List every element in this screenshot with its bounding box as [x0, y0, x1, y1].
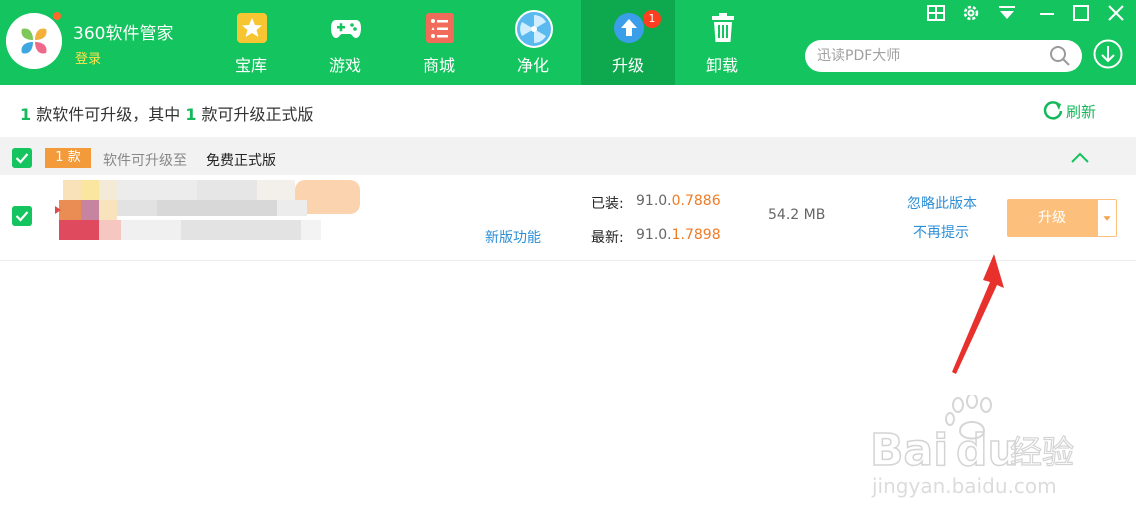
new-features-link[interactable]: 新版功能 — [485, 227, 541, 247]
close-icon[interactable] — [1105, 3, 1127, 23]
svg-text:Bai: Bai — [870, 425, 948, 476]
version-highlight: 1.7898 — [671, 227, 721, 243]
gamepad-icon — [331, 20, 361, 38]
summary-text: 款软件可升级，其中 — [31, 105, 186, 124]
version-highlight: 0.7886 — [671, 193, 721, 209]
item-checkbox[interactable] — [12, 206, 32, 226]
no-remind-link[interactable]: 不再提示 — [913, 222, 969, 242]
installed-version-label: 已装: — [591, 196, 624, 212]
group-edition: 免费正式版 — [206, 153, 276, 169]
skin-icon[interactable] — [925, 3, 947, 23]
upgrade-summary: 1 款软件可升级，其中 1 款可升级正式版 — [20, 101, 314, 125]
svg-text:jingyan.baidu.com: jingyan.baidu.com — [871, 474, 1057, 498]
select-all-checkbox[interactable] — [12, 148, 32, 168]
refresh-button[interactable]: 刷新 — [1066, 101, 1096, 122]
tab-games[interactable]: 游戏 — [298, 0, 392, 85]
annotation-arrow-icon — [952, 254, 1004, 374]
group-label: 软件可升级至 — [103, 153, 187, 169]
maximize-icon[interactable] — [1070, 3, 1092, 23]
version-prefix: 91.0. — [636, 193, 672, 209]
upgrade-arrow-icon — [614, 13, 644, 43]
refresh-icon[interactable] — [1042, 100, 1064, 122]
summary-text: 款可升级正式版 — [196, 105, 314, 124]
tab-label: 游戏 — [328, 56, 361, 75]
tab-label: 升级 — [611, 56, 644, 75]
tab-label: 净化 — [516, 56, 549, 75]
tab-uninstall[interactable]: 卸载 — [675, 0, 769, 85]
collapse-chevron-icon[interactable] — [1069, 149, 1091, 167]
update-count-badge: 1 — [643, 10, 661, 28]
download-size: 54.2 MB — [768, 207, 826, 223]
latest-version-label: 最新: — [591, 230, 624, 246]
notification-dot — [53, 12, 61, 20]
menu-dropdown-icon[interactable] — [996, 3, 1018, 23]
svg-text:经验: 经验 — [1010, 433, 1074, 471]
login-link[interactable]: 登录 — [75, 48, 101, 67]
store-icon — [426, 13, 454, 43]
upgrade-button[interactable]: 升级 — [1007, 199, 1097, 237]
ignore-version-link[interactable]: 忽略此版本 — [907, 193, 977, 213]
tab-store[interactable]: 商城 — [392, 0, 486, 85]
minimize-icon[interactable] — [1036, 3, 1058, 23]
download-manager-icon[interactable] — [1093, 39, 1123, 69]
tab-treasury[interactable]: 宝库 — [204, 0, 298, 85]
search-input[interactable] — [805, 40, 1082, 72]
summary-official-count: 1 — [185, 105, 197, 124]
version-prefix: 91.0. — [636, 227, 672, 243]
tab-label: 商城 — [422, 56, 455, 75]
tab-upgrade[interactable]: 1 升级 — [581, 0, 675, 85]
summary-count: 1 — [20, 105, 32, 124]
app-title: 360软件管家 — [73, 24, 174, 44]
top-header: 360软件管家 登录 宝库 游戏 商城 净化 1 升级 卸载 迅读PDF大师 — [0, 0, 1136, 85]
upgrade-options-dropdown-icon[interactable] — [1097, 199, 1117, 237]
latest-version: 91.0.1.7898 — [636, 227, 721, 243]
baidu-jingyan-watermark: Bai du 经验 jingyan.baidu.com — [869, 395, 1075, 498]
settings-gear-icon[interactable] — [960, 3, 982, 23]
blurred-software-info — [55, 180, 360, 240]
tab-purify[interactable]: 净化 — [486, 0, 580, 85]
app-logo-icon — [6, 13, 62, 69]
installed-version: 91.0.0.7886 — [636, 193, 721, 209]
fan-icon — [515, 10, 553, 48]
group-count-badge: 1 款 — [45, 148, 91, 168]
tab-label: 宝库 — [234, 56, 267, 75]
search-icon[interactable] — [1049, 45, 1071, 67]
trash-icon — [712, 13, 734, 42]
tab-label: 卸载 — [705, 56, 738, 75]
star-icon — [237, 13, 267, 43]
app-window: 360软件管家 登录 宝库 游戏 商城 净化 1 升级 卸载 迅读PDF大师 1… — [0, 0, 1136, 520]
